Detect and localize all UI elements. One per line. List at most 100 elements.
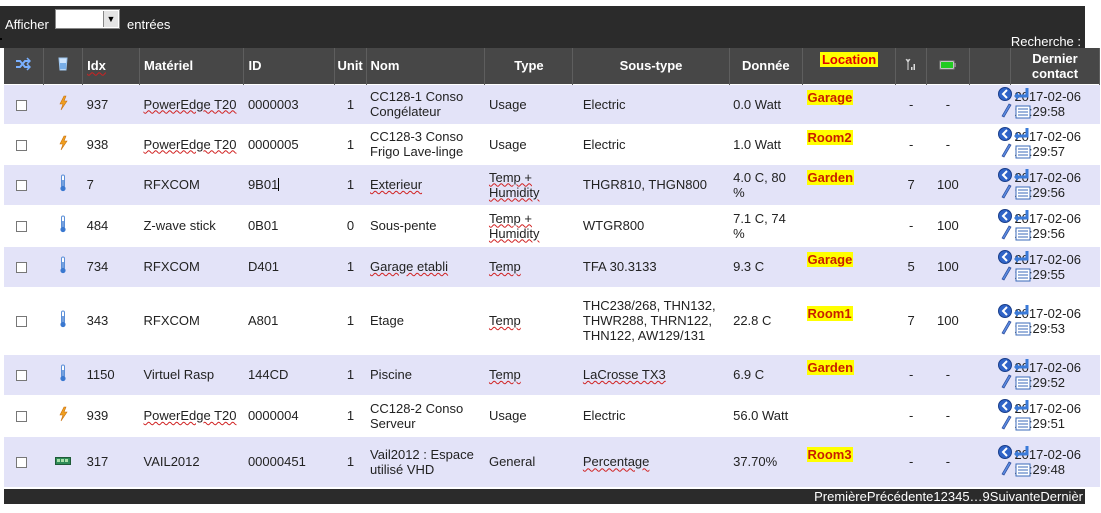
cell-text: D401 — [247, 259, 280, 274]
column-idx[interactable]: Idx — [82, 48, 140, 84]
row-checkbox[interactable] — [16, 370, 27, 382]
row-actions[interactable] — [997, 303, 1033, 339]
column-sous-type[interactable]: Sous-type — [572, 48, 730, 84]
row-actions[interactable] — [997, 357, 1033, 393]
cell-text: Electric — [582, 136, 626, 152]
cell-text: Electric — [582, 408, 626, 423]
cell-select[interactable] — [4, 123, 44, 164]
cell-text: 734 — [86, 259, 109, 274]
row-actions[interactable] — [997, 444, 1033, 480]
cell-nom: Etage — [366, 286, 485, 354]
table-row[interactable]: 1150 Virtuel Rasp 144CD 1 Piscine Temp LaCross… — [4, 353, 1100, 395]
column-dernier-contact[interactable]: Dernier contact — [1010, 48, 1101, 84]
table-row[interactable]: 937 PowerEdge T20 0000003 1 CC128-1 Conso Co… — [4, 83, 1100, 124]
cell-text: Etage — [370, 313, 404, 328]
column-id[interactable]: ID — [243, 48, 336, 84]
column-nom[interactable]: Nom — [366, 48, 486, 84]
cell-select[interactable] — [4, 353, 44, 395]
column-battery[interactable] — [926, 48, 970, 84]
row-checkbox[interactable] — [16, 221, 27, 233]
cell-text: 7.1 C, 74 % — [733, 210, 786, 241]
table-row[interactable]: 484 Z-wave stick 0B01 0 Sous-pente Temp + Hum… — [4, 204, 1100, 246]
entries-per-page-select[interactable]: ▼ — [55, 9, 120, 29]
cell-select[interactable] — [4, 163, 44, 205]
page-link-3[interactable]: 3 — [948, 489, 955, 504]
page-link-5[interactable]: 5 — [962, 489, 969, 504]
row-checkbox[interactable] — [16, 180, 27, 192]
cell-text: - — [908, 408, 914, 423]
last-page-link[interactable]: Dernièr — [1040, 489, 1083, 504]
cell-text: 317 — [86, 454, 109, 470]
cell-materiel: Z-wave stick — [139, 204, 244, 246]
cell-unit: 1 — [334, 286, 367, 354]
column-unit[interactable]: Unit — [334, 48, 367, 84]
cell-nom: Piscine — [366, 353, 485, 395]
shuffle-icon[interactable] — [15, 57, 32, 71]
table-row[interactable]: 939 PowerEdge T20 0000004 1 CC128-2 Conso Se… — [4, 394, 1100, 436]
row-checkbox[interactable] — [16, 411, 27, 423]
cell-unit: 1 — [334, 163, 367, 205]
column-materiel[interactable]: Matériel — [139, 48, 245, 84]
row-checkbox[interactable] — [16, 139, 27, 151]
column-label: Type — [514, 58, 544, 74]
cell-select[interactable] — [4, 245, 44, 287]
cell-text: 484 — [86, 218, 109, 233]
cell-actions — [969, 163, 1031, 205]
cell-actions — [969, 435, 1031, 487]
cell-text: 0000004 — [247, 408, 299, 423]
cell-select[interactable] — [4, 435, 44, 487]
cell-idx: 1150 — [82, 353, 140, 395]
cell-text: 0 — [346, 218, 355, 233]
previous-page-link[interactable]: Précédente — [867, 489, 934, 504]
table-row[interactable]: 7 RFXCOM 9B01 1 Exterieur Temp + Humidity THGR… — [4, 163, 1100, 205]
table-row[interactable]: 343 RFXCOM A801 1 Etage Temp THC238/268, THN13… — [4, 286, 1100, 354]
cell-nom: Vail2012 : Espace utilisé VHD — [366, 435, 485, 487]
cell-select[interactable] — [4, 394, 44, 436]
table-row[interactable]: 317 VAIL2012 00000451 1 Vail2012 : Espace ut… — [4, 435, 1100, 487]
cell-signal: 5 — [895, 245, 927, 287]
cell-select[interactable] — [4, 204, 44, 246]
cell-text: - — [945, 454, 951, 470]
select-all-header[interactable] — [4, 48, 44, 84]
row-checkbox[interactable] — [16, 316, 27, 328]
first-page-link[interactable]: Première — [814, 489, 867, 504]
icon-column-header[interactable] — [43, 48, 84, 84]
row-actions[interactable] — [997, 249, 1033, 285]
cell-text: Electric — [582, 96, 626, 112]
row-actions[interactable] — [997, 86, 1033, 122]
chevron-down-icon[interactable]: ▼ — [103, 11, 118, 27]
row-actions[interactable] — [997, 167, 1033, 203]
cell-unit: 1 — [334, 245, 367, 287]
row-actions[interactable] — [997, 208, 1033, 244]
cell-type: Temp — [484, 286, 573, 354]
cell-icon — [43, 83, 83, 124]
page-link-1[interactable]: 1 — [933, 489, 940, 504]
row-actions[interactable] — [997, 126, 1033, 162]
row-checkbox[interactable] — [16, 262, 27, 274]
table-row[interactable]: 734 RFXCOM D401 1 Garage etabli Temp TFA 30.31… — [4, 245, 1100, 287]
next-page-link[interactable]: Suivante — [990, 489, 1041, 504]
cell-text: 0B01 — [247, 218, 279, 233]
cell-id: 00000451 — [243, 435, 335, 487]
cell-materiel: Virtuel Rasp — [139, 353, 244, 395]
cell-actions — [969, 245, 1031, 287]
row-checkbox[interactable] — [16, 457, 27, 469]
search-label: Recherche : — [1010, 34, 1081, 49]
page-link-9[interactable]: 9 — [983, 489, 990, 504]
cell-text: Temp — [488, 259, 521, 274]
column-location[interactable]: Location — [802, 48, 897, 84]
cell-location: Room3 — [802, 435, 896, 487]
cell-select[interactable] — [4, 83, 44, 124]
cell-text: General — [488, 454, 536, 470]
column-donnee[interactable]: Donnée — [729, 48, 804, 84]
cell-text: 100 — [937, 313, 959, 328]
table-row[interactable]: 938 PowerEdge T20 0000005 1 CC128-3 Conso Fr… — [4, 123, 1100, 164]
cell-select[interactable] — [4, 286, 44, 354]
column-type[interactable]: Type — [484, 48, 574, 84]
cell-id: A801 — [243, 286, 335, 354]
page-link-2[interactable]: 2 — [941, 489, 948, 504]
row-actions[interactable] — [997, 398, 1033, 434]
row-checkbox[interactable] — [16, 99, 27, 111]
cell-idx: 937 — [82, 83, 140, 124]
column-signal[interactable] — [895, 48, 928, 84]
